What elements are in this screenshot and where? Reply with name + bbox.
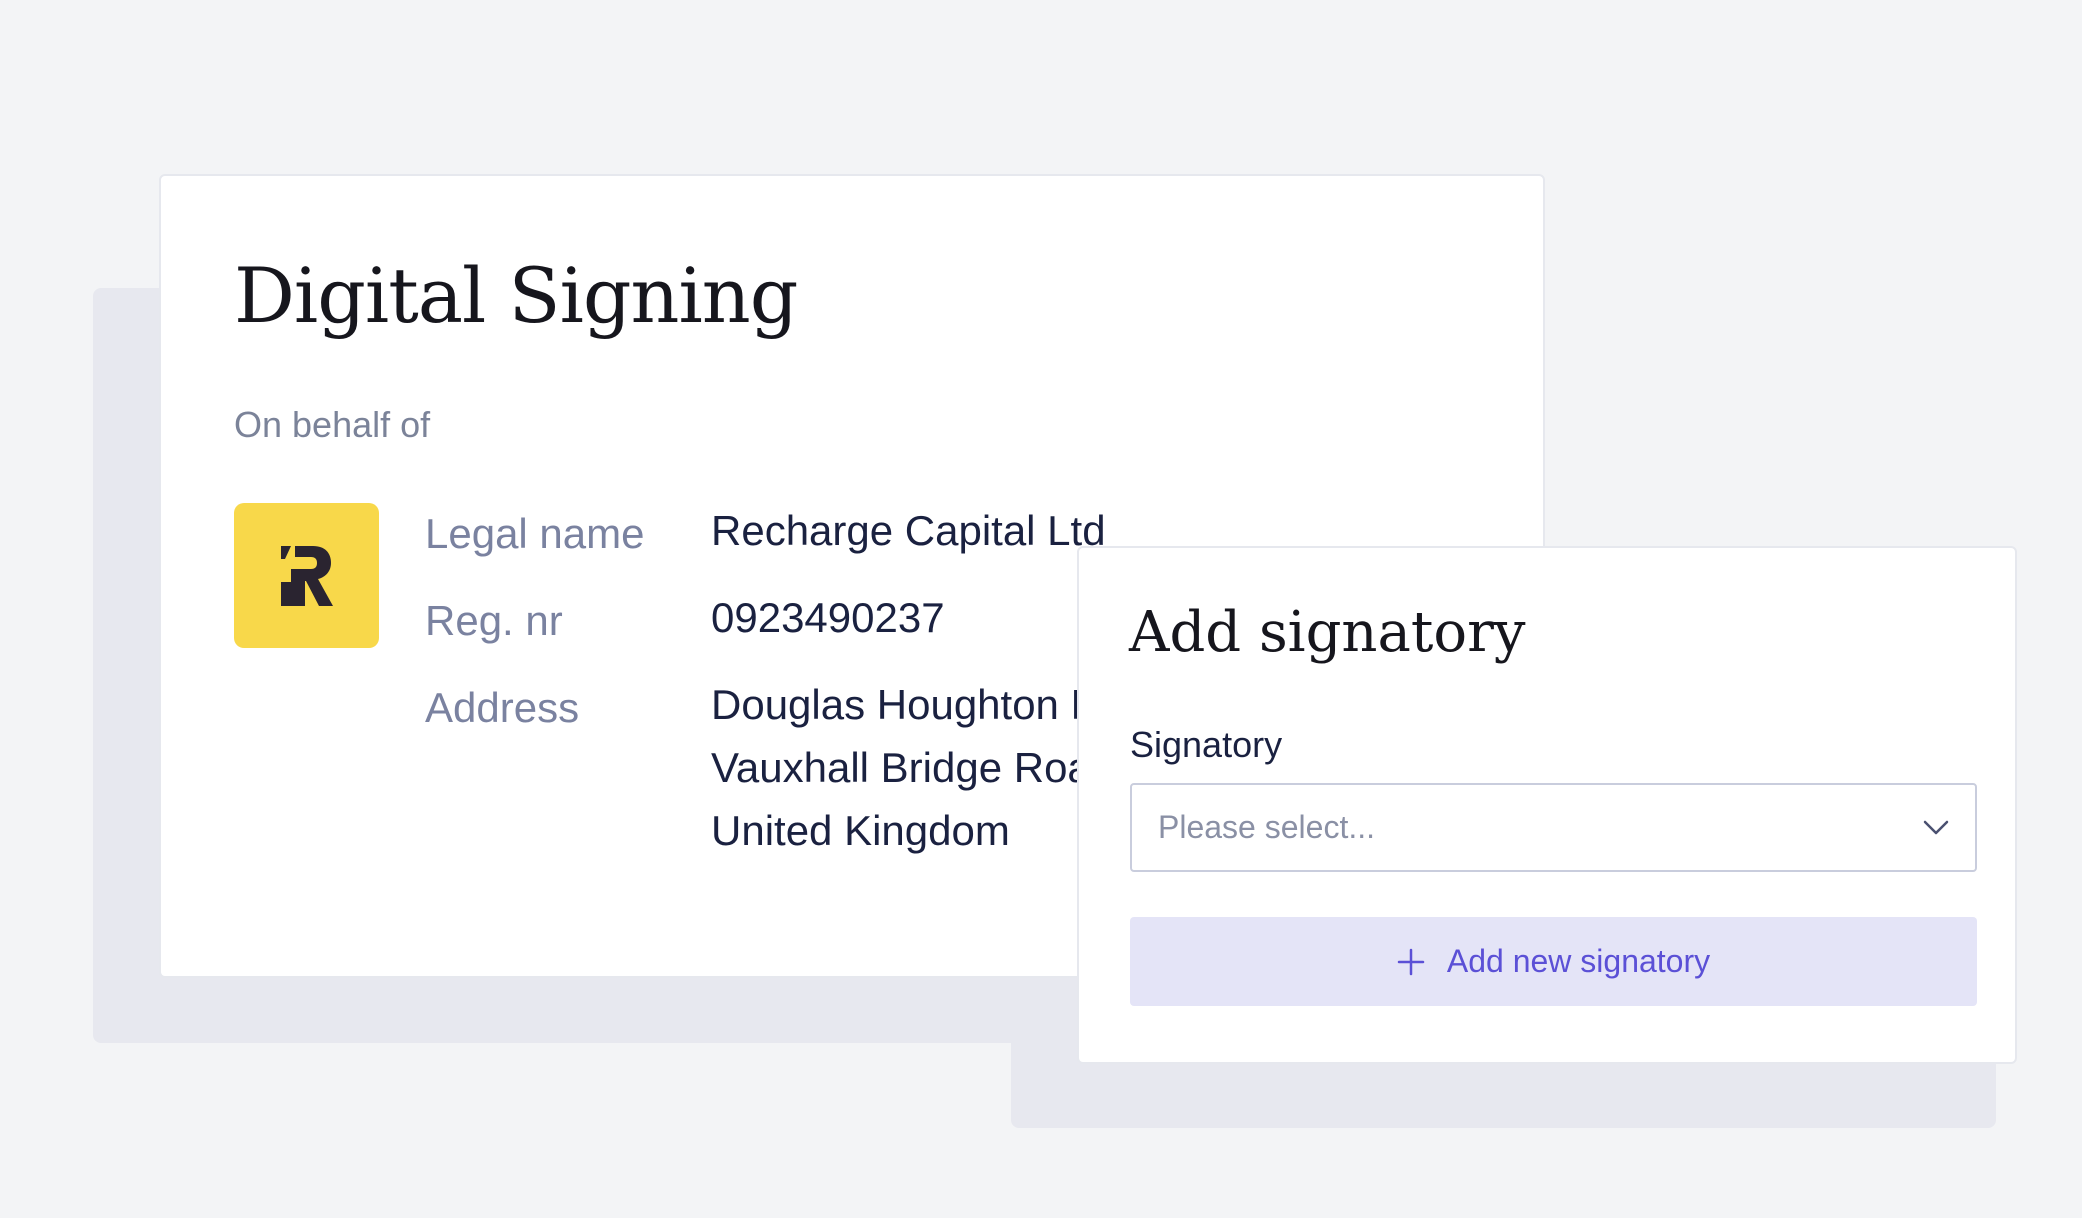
add-new-signatory-button[interactable]: Add new signatory (1130, 917, 1977, 1006)
add-signatory-card: Add signatory Signatory Please select...… (1077, 546, 2017, 1064)
add-new-signatory-label: Add new signatory (1446, 943, 1711, 979)
recharge-logo-icon (280, 545, 333, 606)
address-line-3: United Kingdom (711, 807, 1010, 854)
signatory-select[interactable]: Please select... (1130, 783, 1977, 872)
plus-icon (1397, 948, 1425, 975)
legal-name-label: Legal name (425, 510, 645, 557)
add-signatory-title: Add signatory (1129, 600, 1526, 665)
company-logo (234, 503, 379, 648)
address-line-1: Douglas Houghton H (711, 681, 1101, 728)
signatory-field-label: Signatory (1130, 724, 1283, 765)
address-line-2: Vauxhall Bridge Roa (711, 744, 1091, 791)
page-title: Digital Signing (234, 251, 798, 340)
reg-nr-label: Reg. nr (425, 597, 563, 644)
on-behalf-of-label: On behalf of (234, 404, 431, 445)
chevron-down-icon (1923, 820, 1949, 834)
address-label: Address (425, 684, 580, 731)
reg-nr-value: 0923490237 (711, 594, 945, 641)
legal-name-value: Recharge Capital Ltd (711, 507, 1106, 554)
select-placeholder: Please select... (1158, 809, 1375, 845)
